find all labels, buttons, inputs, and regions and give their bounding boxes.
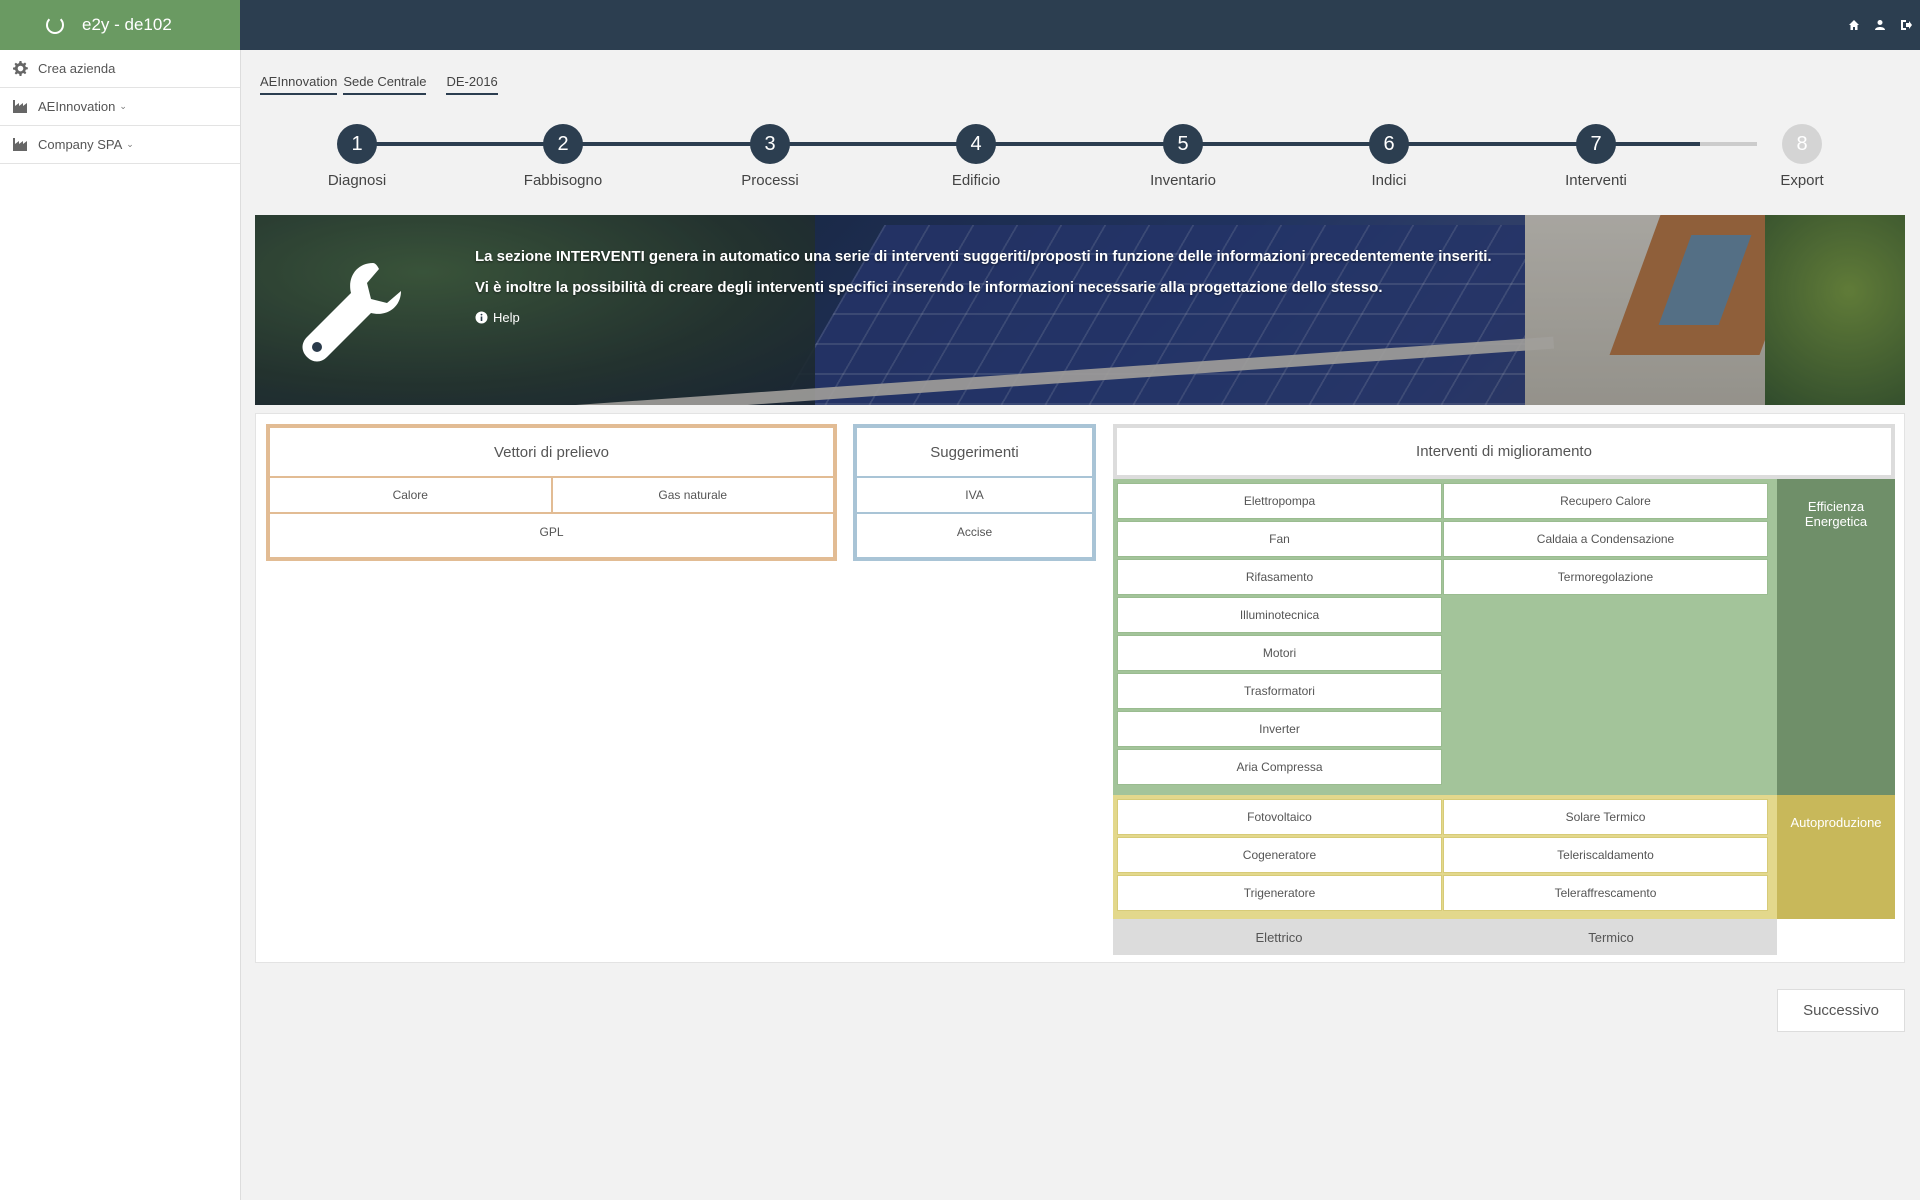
step-indici[interactable]: 6 Indici	[1319, 120, 1459, 189]
intervento-trasformatori[interactable]: Trasformatori	[1117, 673, 1442, 709]
step-processi[interactable]: 3 Processi	[700, 120, 840, 189]
step-export[interactable]: 8 Export	[1732, 120, 1872, 189]
chevron-down-icon: ⌄	[119, 101, 127, 111]
banner-description-2: Vi è inoltre la possibilità di creare de…	[475, 279, 1383, 296]
app-title: e2y - de102	[82, 15, 172, 34]
step-interventi[interactable]: 7 Interventi	[1526, 120, 1666, 189]
breadcrumb: AEInnovation Sede Centrale DE-2016	[260, 74, 504, 95]
next-button[interactable]: Successivo	[1777, 989, 1905, 1032]
breadcrumb-site[interactable]: Sede Centrale	[343, 74, 427, 95]
sidebar-item-company-spa[interactable]: Company SPA ⌄	[0, 126, 240, 164]
intervento-trigeneratore[interactable]: Trigeneratore	[1117, 875, 1442, 911]
column-labels: Elettrico Termico	[1113, 919, 1777, 955]
step-edificio[interactable]: 4 Edificio	[906, 120, 1046, 189]
home-icon[interactable]	[1848, 19, 1860, 31]
sidebar-item-aeinnovation[interactable]: AEInnovation ⌄	[0, 88, 240, 126]
app-brand[interactable]: e2y - de102	[0, 0, 240, 50]
breadcrumb-company[interactable]: AEInnovation	[260, 74, 338, 95]
sidebar-item-label: AEInnovation	[38, 99, 116, 114]
help-label: Help	[493, 310, 520, 325]
wrench-icon	[295, 255, 415, 380]
step-number: 2	[543, 124, 583, 164]
vettori-box: Vettori di prelievo Calore Gas naturale …	[266, 424, 837, 561]
intervento-fan[interactable]: Fan	[1117, 521, 1442, 557]
sidebar: Crea azienda AEInnovation ⌄ Company SPA …	[0, 50, 241, 1200]
step-inventario[interactable]: 5 Inventario	[1113, 120, 1253, 189]
step-fabbisogno[interactable]: 2 Fabbisogno	[493, 120, 633, 189]
step-number: 8	[1782, 124, 1822, 164]
step-label: Edificio	[951, 172, 1001, 189]
loading-spinner-icon	[46, 16, 64, 34]
suggerimenti-box: Suggerimenti IVA Accise	[853, 424, 1096, 561]
column-label-termico: Termico	[1588, 929, 1634, 945]
column-label-elettrico: Elettrico	[1255, 929, 1303, 945]
intervento-teleraffrescamento[interactable]: Teleraffrescamento	[1443, 875, 1768, 911]
step-label: Indici	[1371, 172, 1407, 189]
factory-icon	[12, 137, 28, 153]
intervento-recupero-calore[interactable]: Recupero Calore	[1443, 483, 1768, 519]
vettore-gas-naturale[interactable]: Gas naturale	[550, 478, 834, 512]
step-number: 6	[1369, 124, 1409, 164]
info-icon	[475, 311, 488, 324]
logout-icon[interactable]	[1900, 19, 1912, 31]
step-number: 5	[1163, 124, 1203, 164]
interventi-title: Interventi di miglioramento	[1113, 424, 1895, 479]
step-number: 1	[337, 124, 377, 164]
step-label: Export	[1780, 172, 1824, 189]
suggerimento-accise[interactable]: Accise	[857, 514, 1092, 550]
gear-icon	[12, 61, 28, 77]
sidebar-item-label: Crea azienda	[38, 61, 116, 76]
vettori-title: Vettori di prelievo	[270, 428, 833, 478]
step-diagnosi[interactable]: 1 Diagnosi	[287, 120, 427, 189]
suggerimenti-title: Suggerimenti	[857, 428, 1092, 478]
step-label: Diagnosi	[327, 172, 387, 189]
step-number: 3	[750, 124, 790, 164]
factory-icon	[12, 99, 28, 115]
banner-description-1: La sezione INTERVENTI genera in automati…	[475, 248, 1492, 265]
interventi-panel: Vettori di prelievo Calore Gas naturale …	[255, 413, 1905, 963]
intervento-rifasamento[interactable]: Rifasamento	[1117, 559, 1442, 595]
intervento-caldaia-condensazione[interactable]: Caldaia a Condensazione	[1443, 521, 1768, 557]
step-number: 4	[956, 124, 996, 164]
wizard-stepper: 1 Diagnosi 2 Fabbisogno 3 Processi 4 Edi…	[250, 120, 1824, 200]
intervento-motori[interactable]: Motori	[1117, 635, 1442, 671]
intervento-termoregolazione[interactable]: Termoregolazione	[1443, 559, 1768, 595]
step-label: Processi	[741, 172, 799, 189]
vettore-calore[interactable]: Calore	[270, 478, 551, 512]
intervento-aria-compressa[interactable]: Aria Compressa	[1117, 749, 1442, 785]
step-label: Fabbisogno	[523, 172, 603, 189]
vettore-gpl[interactable]: GPL	[270, 514, 833, 550]
intervento-elettropompa[interactable]: Elettropompa	[1117, 483, 1442, 519]
chevron-down-icon: ⌄	[126, 139, 134, 149]
suggerimento-iva[interactable]: IVA	[857, 478, 1092, 514]
step-label: Interventi	[1565, 172, 1627, 189]
top-bar: e2y - de102	[0, 0, 1920, 50]
sidebar-item-crea-azienda[interactable]: Crea azienda	[0, 50, 240, 88]
intervento-inverter[interactable]: Inverter	[1117, 711, 1442, 747]
intervento-teleriscaldamento[interactable]: Teleriscaldamento	[1443, 837, 1768, 873]
intervento-cogeneratore[interactable]: Cogeneratore	[1117, 837, 1442, 873]
breadcrumb-diagnosis[interactable]: DE-2016	[446, 74, 498, 95]
user-icon[interactable]	[1874, 19, 1886, 31]
step-number: 7	[1576, 124, 1616, 164]
section-banner: La sezione INTERVENTI genera in automati…	[255, 215, 1905, 405]
step-label: Inventario	[1150, 172, 1216, 189]
intervento-illuminotecnica[interactable]: Illuminotecnica	[1117, 597, 1442, 633]
sidebar-item-label: Company SPA	[38, 137, 123, 152]
efficienza-energetica-label: Efficienza Energetica	[1777, 479, 1895, 795]
intervento-fotovoltaico[interactable]: Fotovoltaico	[1117, 799, 1442, 835]
autoproduzione-label: Autoproduzione	[1777, 795, 1895, 919]
help-link[interactable]: Help	[475, 310, 1492, 325]
intervento-solare-termico[interactable]: Solare Termico	[1443, 799, 1768, 835]
